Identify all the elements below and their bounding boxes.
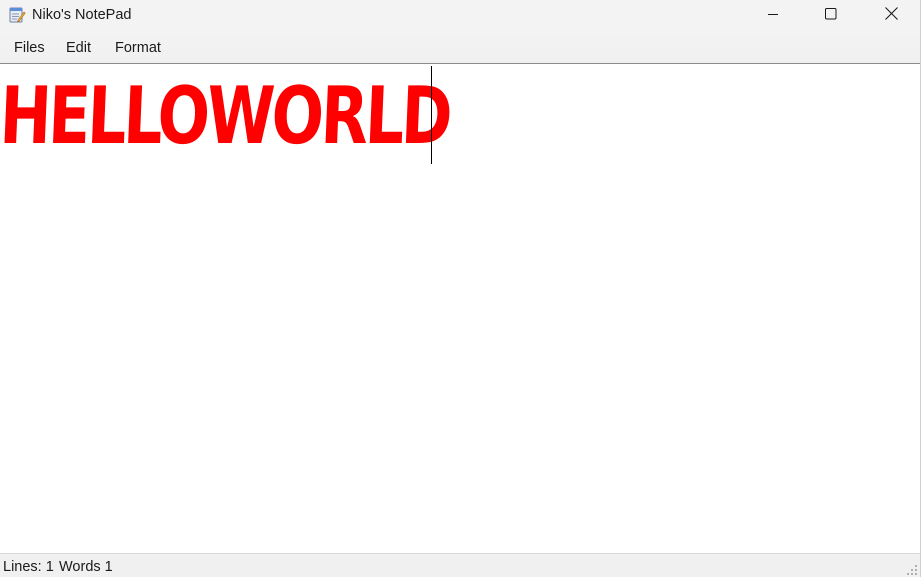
maximize-icon [825, 7, 837, 25]
menu-bar: Files Edit Format [0, 32, 920, 64]
minimize-icon [767, 7, 779, 25]
status-bar: Lines: 1 Words 1 [0, 553, 920, 577]
status-lines: Lines: 1 [3, 559, 54, 575]
window-title: Niko's NotePad [32, 7, 132, 23]
menu-format[interactable]: Format [115, 40, 161, 56]
title-bar[interactable]: Niko's NotePad [0, 0, 920, 32]
minimize-button[interactable] [743, 0, 803, 32]
close-icon [884, 7, 898, 25]
menu-edit[interactable]: Edit [66, 40, 91, 56]
notepad-window: Niko's NotePad Files Edit Format HELLOWO… [0, 0, 921, 577]
maximize-button[interactable] [801, 0, 861, 32]
text-caret [431, 66, 432, 164]
menu-files[interactable]: Files [14, 40, 45, 56]
notepad-icon [8, 6, 26, 24]
status-words: Words 1 [59, 559, 113, 575]
text-editor[interactable]: HELLOWORLD [0, 64, 920, 553]
editor-content[interactable]: HELLOWORLD [0, 68, 451, 164]
close-button[interactable] [861, 0, 921, 32]
resize-grip-icon[interactable] [906, 563, 918, 575]
